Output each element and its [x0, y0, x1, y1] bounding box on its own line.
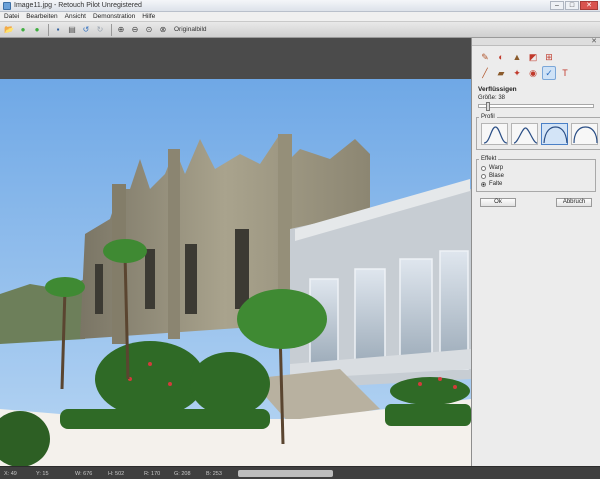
open-icon[interactable]: 📂 — [3, 24, 15, 36]
radio-dot-icon — [481, 165, 486, 171]
profile-option[interactable] — [481, 123, 508, 145]
status-height: H: 502 — [108, 471, 125, 477]
profile-curve-icon — [483, 126, 508, 144]
clone-tool-icon[interactable]: ◐ — [494, 50, 508, 64]
menu-demonstration[interactable]: Demonstration — [93, 13, 135, 20]
effect-label: Warp — [489, 165, 504, 171]
effect-label: Blase — [489, 173, 505, 179]
profile-option[interactable] — [511, 123, 538, 145]
ok-button[interactable]: Ok — [480, 198, 516, 207]
text-tool-icon[interactable]: T — [558, 66, 572, 80]
canvas-area[interactable] — [0, 38, 471, 466]
size-label: Größe: 38 — [478, 95, 506, 101]
size-slider-thumb[interactable] — [485, 102, 490, 111]
menu-file[interactable]: Datei — [4, 13, 19, 20]
effect-radio[interactable]: Blase — [479, 172, 593, 180]
redo-icon[interactable]: ↻ — [94, 24, 106, 36]
status-red: R: 170 — [144, 471, 161, 477]
status-width: W: 676 — [75, 471, 93, 477]
effect-options: Warp Blase Falte — [479, 164, 593, 188]
profile-options — [479, 122, 600, 146]
zoom-out-icon[interactable]: ⊖ — [129, 24, 141, 36]
eraser-tool-icon[interactable]: ▰ — [494, 66, 508, 80]
photo-canvas[interactable] — [0, 79, 471, 466]
undo-icon[interactable]: ↺ — [80, 24, 92, 36]
profile-curve-icon — [513, 127, 538, 144]
menu-edit[interactable]: Bearbeiten — [26, 13, 57, 20]
size-slider[interactable] — [478, 102, 594, 111]
menu-view[interactable]: Ansicht — [65, 13, 86, 20]
effect-legend: Effekt — [481, 156, 497, 162]
menu-bar: Datei Bearbeiten Ansicht Demonstration H… — [0, 12, 600, 22]
status-bar: X: 49 Y: 15 W: 676 H: 502 R: 170 G: 208 … — [0, 466, 600, 479]
maximize-button[interactable]: □ — [565, 1, 579, 10]
close-button[interactable]: ✕ — [580, 1, 598, 10]
section-title: Verflüssigen — [478, 86, 517, 93]
profile-curve-icon — [573, 126, 598, 144]
effect-radio[interactable]: Falte — [479, 180, 593, 188]
tool-panel: ✕ ✎ ◐ ▲ ◩ ⊞ ╱ ▰ ✦ ◉ ✓ T Verflüssigen Größe: 38 Pro… — [471, 38, 600, 466]
window-controls: – □ ✕ — [550, 1, 598, 10]
zoom-fit-icon[interactable]: ⊙ — [143, 24, 155, 36]
zoom-actual-icon[interactable]: ⊗ — [157, 24, 169, 36]
crop-tool-icon[interactable]: ⊞ — [542, 50, 556, 64]
stamp-tool-icon[interactable]: ▲ — [510, 50, 524, 64]
radio-dot-icon — [481, 181, 486, 187]
redeye-tool-icon[interactable]: ◉ — [526, 66, 540, 80]
panel-header: ✕ — [472, 38, 600, 46]
forward-icon[interactable]: ● — [31, 24, 43, 36]
effect-group: Effekt Warp Blase Falte — [476, 156, 596, 192]
profile-legend: Profil — [481, 114, 495, 120]
status-green: G: 208 — [174, 471, 191, 477]
zoom-in-icon[interactable]: ⊕ — [115, 24, 127, 36]
brush-tool-icon[interactable]: ✎ — [478, 50, 492, 64]
effect-radio[interactable]: Warp — [479, 164, 593, 172]
pen-tool-icon[interactable]: ╱ — [478, 66, 492, 80]
effect-label: Falte — [489, 181, 503, 187]
app-icon — [3, 1, 11, 10]
patch-tool-icon[interactable]: ✦ — [510, 66, 524, 80]
radio-dot-icon — [481, 173, 486, 179]
profile-option[interactable] — [541, 123, 568, 145]
profile-group: Profil — [476, 114, 600, 150]
toolbar: 📂 ● ● ▪ ▤ ↺ ↻ ⊕ ⊖ ⊙ ⊗ Originalbild — [0, 22, 600, 38]
window-title: Image11.jpg - Retouch Pilot Unregistered — [14, 2, 142, 9]
toolbar-separator — [48, 23, 49, 36]
toolbar-buttons: 📂 ● ● ▪ ▤ ↺ ↻ ⊕ ⊖ ⊙ ⊗ — [3, 23, 171, 36]
liquify-tool-icon[interactable]: ✓ — [542, 66, 556, 80]
status-x: X: 49 — [4, 471, 17, 477]
print-icon[interactable]: ▤ — [66, 24, 78, 36]
levels-tool-icon[interactable]: ◩ — [526, 50, 540, 64]
title-bar: Image11.jpg - Retouch Pilot Unregistered… — [0, 0, 600, 12]
dialog-buttons: Ok Abbruch — [472, 192, 600, 207]
profile-curve-icon — [543, 126, 568, 144]
back-icon[interactable]: ● — [17, 24, 29, 36]
toolbar-separator — [111, 23, 112, 36]
tower-mid — [168, 149, 180, 339]
original-image-button[interactable]: Originalbild — [174, 26, 207, 33]
cancel-button[interactable]: Abbruch — [556, 198, 592, 207]
menu-help[interactable]: Hilfe — [142, 13, 155, 20]
tool-grid: ✎ ◐ ▲ ◩ ⊞ ╱ ▰ ✦ ◉ ✓ T — [472, 46, 600, 84]
status-y: Y: 15 — [36, 471, 49, 477]
profile-option[interactable] — [571, 123, 598, 145]
minimize-button[interactable]: – — [550, 1, 564, 10]
horizontal-scrollbar[interactable] — [238, 470, 333, 477]
status-blue: B: 253 — [206, 471, 222, 477]
save-icon[interactable]: ▪ — [52, 24, 64, 36]
panel-close-icon[interactable]: ✕ — [591, 37, 597, 45]
